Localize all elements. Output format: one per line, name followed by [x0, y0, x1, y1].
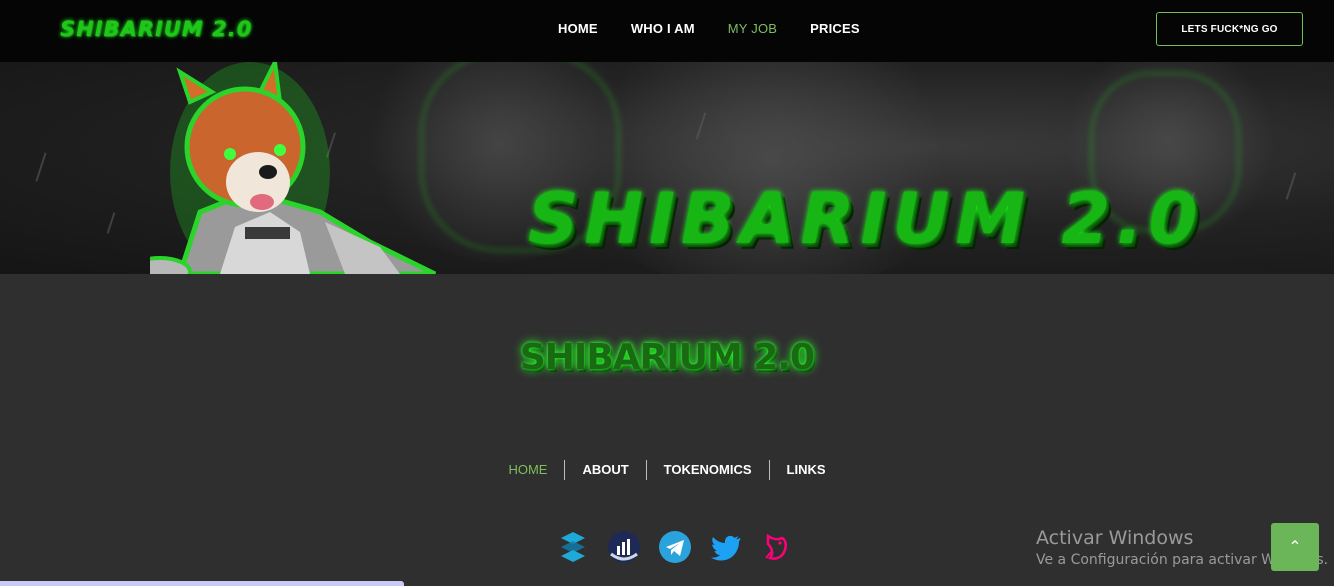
banner-streak	[1285, 172, 1297, 200]
twitter-icon[interactable]	[709, 530, 743, 564]
site-logo[interactable]: SHIBARIUM 2.0	[60, 17, 252, 41]
main-nav: HOME WHO I AM MY JOB PRICES	[558, 21, 893, 36]
nav-home[interactable]: HOME	[558, 21, 598, 36]
nav-who-i-am[interactable]: WHO I AM	[631, 21, 695, 36]
hero-banner: SHIBARIUM 2.0	[0, 62, 1334, 274]
footer-nav-links[interactable]: LINKS	[768, 460, 843, 480]
cta-button[interactable]: LETS FUCK*NG GO	[1156, 12, 1303, 46]
footer-nav-home[interactable]: HOME	[491, 460, 564, 480]
social-links	[556, 530, 811, 564]
telegram-icon[interactable]	[658, 530, 692, 564]
nav-prices[interactable]: PRICES	[810, 21, 860, 36]
footer-nav-tokenomics[interactable]: TOKENOMICS	[645, 460, 769, 480]
banner-title: SHIBARIUM 2.0	[528, 178, 1204, 260]
dextools-icon[interactable]	[556, 530, 590, 564]
uniswap-icon[interactable]	[760, 530, 794, 564]
windows-activation-title: Activar Windows	[1036, 527, 1194, 549]
center-logo: SHIBARIUM 2.0	[519, 337, 815, 378]
nav-my-job[interactable]: MY JOB	[728, 21, 777, 36]
bottom-progress-strip	[0, 581, 404, 586]
chevron-up-icon: ⌃	[1288, 539, 1302, 556]
footer-nav-about[interactable]: ABOUT	[564, 460, 645, 480]
banner-streak	[35, 152, 47, 182]
top-navbar: SHIBARIUM 2.0 HOME WHO I AM MY JOB PRICE…	[0, 0, 1334, 62]
footer-nav: HOME ABOUT TOKENOMICS LINKS	[0, 460, 1334, 480]
dexscreener-icon[interactable]	[607, 530, 641, 564]
back-to-top-button[interactable]: ⌃	[1271, 523, 1319, 571]
shiba-character-image	[150, 62, 437, 274]
banner-streak	[106, 212, 116, 234]
